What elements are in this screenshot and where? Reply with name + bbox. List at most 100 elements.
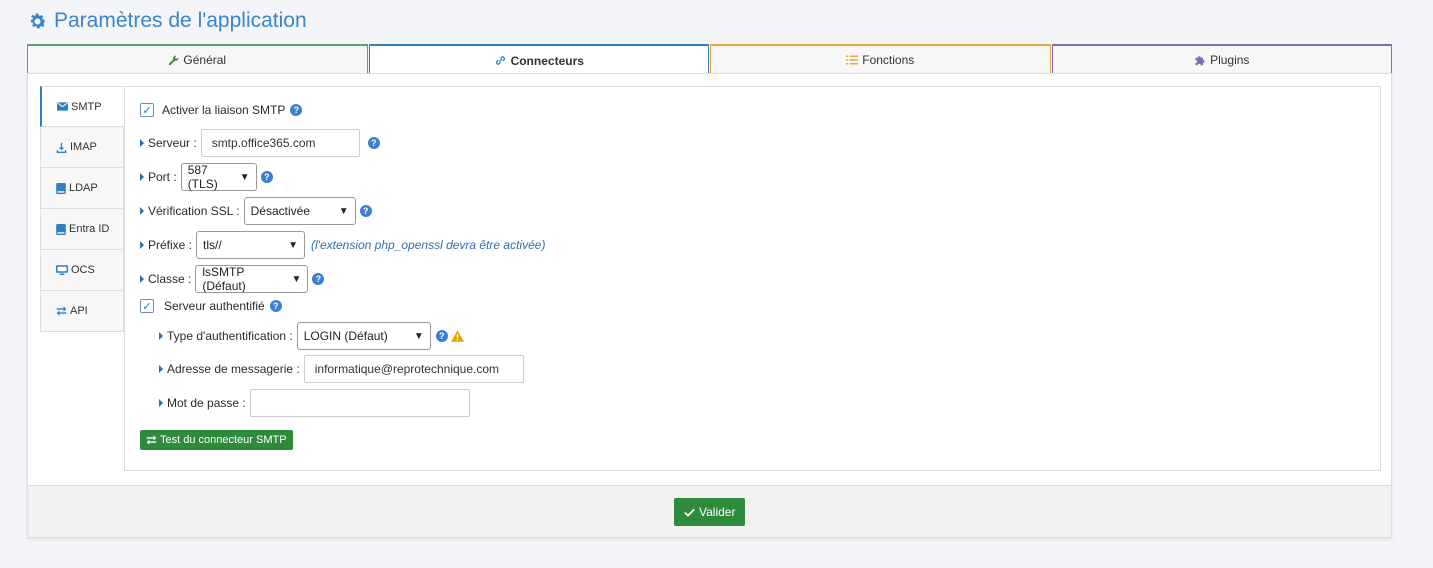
vtab-ocs-label: OCS	[71, 264, 95, 276]
submit-button[interactable]: Valider	[674, 498, 746, 526]
caret-right-icon	[159, 332, 163, 340]
tab-fonctions[interactable]: Fonctions	[710, 44, 1051, 74]
connector-tabs: SMTP IMAP LDAP Entra ID OCS API	[40, 86, 124, 332]
help-icon[interactable]: ?	[367, 137, 380, 149]
chevron-down-icon: ▼	[413, 330, 424, 342]
book-icon	[56, 223, 66, 235]
submit-label: Valider	[699, 505, 736, 519]
prefix-row: Préfixe : tls// ▼ (l'extension php_opens…	[140, 231, 545, 259]
test-row: Test du connecteur SMTP	[140, 430, 293, 450]
help-icon[interactable]: ?	[435, 330, 448, 342]
auth-checkbox[interactable]: ✓	[140, 299, 154, 313]
class-row: Classe : lsSMTP (Défaut) ▼ ?	[140, 265, 325, 293]
gear-icon	[27, 11, 48, 32]
class-label: Classe :	[148, 272, 192, 286]
download-icon	[56, 142, 67, 153]
server-row: Serveur : smtp.office365.com ?	[140, 129, 380, 157]
prefix-note: (l'extension php_openssl devra être acti…	[311, 238, 546, 252]
password-input[interactable]	[249, 389, 470, 417]
vtab-smtp[interactable]: SMTP	[40, 86, 124, 127]
prefix-select-value: tls//	[203, 238, 222, 252]
list-icon	[846, 55, 859, 65]
chevron-down-icon: ▼	[239, 171, 250, 183]
vtab-entra-id[interactable]: Entra ID	[40, 209, 124, 250]
class-select[interactable]: lsSMTP (Défaut) ▼	[195, 265, 309, 293]
ssl-select-value: Désactivée	[250, 204, 310, 218]
ssl-row: Vérification SSL : Désactivée ▼ ?	[140, 197, 372, 225]
port-select[interactable]: 587 (TLS) ▼	[180, 163, 257, 191]
monitor-icon	[56, 264, 68, 276]
vtab-smtp-label: SMTP	[71, 100, 102, 113]
caret-right-icon	[140, 207, 144, 215]
check-icon	[684, 508, 695, 517]
book-icon	[56, 182, 66, 194]
port-select-value: 587 (TLS)	[187, 163, 218, 191]
vtab-imap[interactable]: IMAP	[40, 127, 124, 168]
tab-fonctions-label: Fonctions	[862, 53, 915, 67]
auth-type-row: Type d'authentification : LOGIN (Défaut)…	[159, 322, 464, 350]
help-icon[interactable]: ?	[260, 171, 273, 183]
caret-right-icon	[140, 275, 144, 283]
auth-row: ✓ Serveur authentifié ?	[140, 299, 282, 313]
port-label: Port :	[148, 170, 177, 184]
caret-right-icon	[159, 399, 163, 407]
page-title: Paramètres de l'application	[54, 9, 307, 32]
chevron-down-icon: ▼	[338, 205, 349, 217]
enable-smtp-label: Activer la liaison SMTP	[162, 103, 286, 117]
exchange-icon	[56, 306, 67, 316]
port-row: Port : 587 (TLS) ▼ ?	[140, 163, 273, 191]
vtab-imap-label: IMAP	[70, 141, 97, 153]
caret-right-icon	[159, 365, 163, 373]
email-label: Adresse de messagerie :	[167, 362, 300, 376]
enable-smtp-row: ✓ Activer la liaison SMTP ?	[140, 103, 303, 117]
chevron-down-icon: ▼	[288, 239, 299, 251]
email-input[interactable]: informatique@reprotechnique.com	[303, 355, 524, 383]
help-icon[interactable]: ?	[312, 273, 325, 285]
vtab-ocs[interactable]: OCS	[40, 250, 124, 291]
exchange-icon	[146, 435, 157, 445]
enable-smtp-checkbox[interactable]: ✓	[140, 103, 154, 117]
link-icon	[494, 55, 507, 66]
help-icon[interactable]: ?	[290, 104, 303, 116]
server-input[interactable]: smtp.office365.com	[200, 129, 360, 157]
chevron-down-icon: ▼	[291, 273, 302, 285]
prefix-select[interactable]: tls// ▼	[196, 231, 306, 259]
tab-general[interactable]: Général	[27, 44, 368, 74]
auth-type-select[interactable]: LOGIN (Défaut) ▼	[296, 322, 431, 350]
help-icon[interactable]: ?	[359, 205, 372, 217]
ssl-label: Vérification SSL :	[148, 204, 240, 218]
auth-type-label: Type d'authentification :	[167, 329, 293, 343]
auth-label: Serveur authentifié	[164, 299, 265, 313]
puzzle-icon	[1194, 54, 1206, 66]
page-title-row: Paramètres de l'application	[27, 6, 307, 36]
server-label: Serveur :	[148, 136, 197, 150]
wrench-icon	[168, 55, 179, 66]
tab-plugins[interactable]: Plugins	[1051, 44, 1392, 74]
vtab-ldap-label: LDAP	[69, 182, 98, 194]
card-footer: Valider	[28, 485, 1391, 537]
envelope-icon	[57, 102, 68, 111]
vtab-api-label: API	[70, 305, 88, 317]
vtab-api[interactable]: API	[40, 291, 124, 332]
smtp-panel: ✓ Activer la liaison SMTP ? Serveur : sm…	[124, 86, 1381, 471]
tab-connecteurs-label: Connecteurs	[510, 53, 584, 68]
prefix-label: Préfixe :	[148, 238, 193, 252]
test-smtp-button[interactable]: Test du connecteur SMTP	[140, 430, 293, 450]
main-tabs: Général Connecteurs Fonctions Plugins	[27, 44, 1392, 75]
tab-general-label: Général	[183, 53, 227, 67]
test-smtp-label: Test du connecteur SMTP	[160, 434, 287, 446]
vtab-entra-id-label: Entra ID	[69, 223, 110, 235]
tab-connecteurs[interactable]: Connecteurs	[368, 44, 709, 75]
auth-type-select-value: LOGIN (Défaut)	[303, 329, 388, 343]
vtab-ldap[interactable]: LDAP	[40, 168, 124, 209]
caret-right-icon	[140, 241, 144, 249]
settings-card: SMTP IMAP LDAP Entra ID OCS API ✓ Active…	[27, 73, 1392, 538]
warning-icon[interactable]	[450, 330, 464, 342]
help-icon[interactable]: ?	[269, 300, 282, 312]
class-select-value: lsSMTP (Défaut)	[202, 265, 246, 293]
tab-plugins-label: Plugins	[1210, 53, 1250, 67]
password-row: Mot de passe :	[159, 389, 470, 417]
caret-right-icon	[140, 173, 144, 181]
ssl-select[interactable]: Désactivée ▼	[243, 197, 356, 225]
caret-right-icon	[140, 139, 144, 147]
